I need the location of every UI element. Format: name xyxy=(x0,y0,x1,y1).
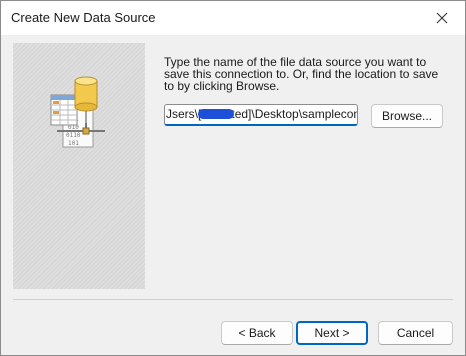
close-button[interactable] xyxy=(419,1,465,35)
cancel-button[interactable]: Cancel xyxy=(378,321,453,345)
file-path-value: Jsers\[redacted]\Desktop\sampleconn.dsn xyxy=(166,107,358,121)
svg-text:0110: 0110 xyxy=(66,132,81,139)
dialog-window: Create New Data Source 101 010 0110 101 xyxy=(0,0,466,356)
title-bar: Create New Data Source xyxy=(1,1,465,35)
illustration-panel: 101 010 0110 101 xyxy=(13,43,145,289)
redaction-mark xyxy=(198,109,234,119)
window-title: Create New Data Source xyxy=(11,10,156,25)
divider xyxy=(13,299,453,300)
dialog-content: 101 010 0110 101 xyxy=(1,35,465,355)
file-path-field[interactable]: Jsers\[redacted]\Desktop\sampleconn.dsn xyxy=(164,104,358,126)
instruction-text: Type the name of the file data source yo… xyxy=(164,55,439,93)
browse-button[interactable]: Browse... xyxy=(371,104,443,128)
svg-text:101: 101 xyxy=(68,140,79,147)
next-button[interactable]: Next > xyxy=(296,321,368,345)
close-icon xyxy=(436,12,448,24)
data-source-illustration: 101 010 0110 101 xyxy=(50,76,105,148)
back-button[interactable]: < Back xyxy=(221,321,293,345)
